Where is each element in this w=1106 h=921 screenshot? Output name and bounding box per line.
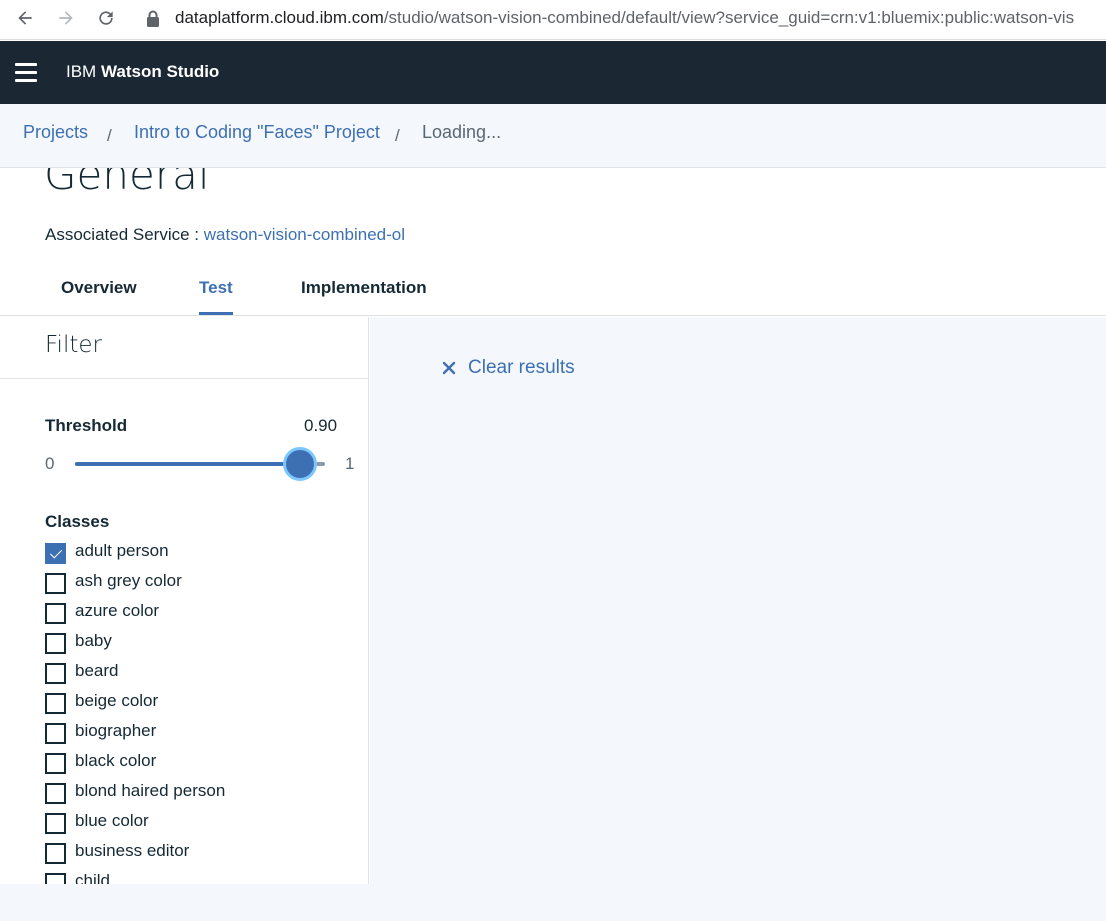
class-checkbox[interactable] [45, 723, 66, 744]
class-label: baby [75, 631, 112, 650]
page-footer-strip [0, 884, 1106, 921]
hamburger-menu-icon[interactable] [15, 63, 37, 82]
reload-icon [99, 11, 113, 25]
list-item[interactable]: beard [45, 661, 345, 691]
tab-test[interactable]: Test [199, 278, 233, 315]
class-label: adult person [75, 541, 169, 560]
class-checkbox[interactable] [45, 633, 66, 654]
breadcrumb: Projects / Intro to Coding "Faces" Proje… [0, 104, 1106, 168]
list-item[interactable]: business editor [45, 841, 345, 871]
brand-name: Watson Studio [100, 62, 220, 81]
breadcrumb-separator: / [395, 126, 400, 145]
threshold-slider[interactable] [75, 447, 325, 481]
breadcrumb-projects[interactable]: Projects [23, 122, 88, 143]
list-item[interactable]: azure color [45, 601, 345, 631]
class-checkbox[interactable] [45, 693, 66, 714]
threshold-max-label: 1 [345, 454, 355, 473]
address-bar[interactable]: dataplatform.cloud.ibm.com/studio/watson… [175, 8, 1105, 28]
list-item[interactable]: adult person [45, 541, 345, 571]
threshold-slider-fill [75, 462, 300, 466]
list-item[interactable]: blue color [45, 811, 345, 841]
associated-service-label: Associated Service : [45, 225, 200, 244]
breadcrumb-separator: / [107, 126, 112, 145]
filter-divider [0, 378, 369, 379]
class-checkbox[interactable] [45, 843, 66, 864]
list-item[interactable]: beige color [45, 691, 345, 721]
class-label: blue color [75, 811, 149, 830]
filter-panel: Filter Threshold 0.90 0 1 Classes adult … [0, 317, 369, 921]
tab-bar: Overview Test Implementation [0, 268, 1106, 316]
class-label: blond haired person [75, 781, 226, 800]
class-checkbox[interactable] [45, 753, 66, 774]
url-host: dataplatform.cloud.ibm.com [175, 8, 384, 27]
classes-label: Classes [45, 512, 110, 531]
app-header: IBM Watson Studio [0, 41, 1106, 104]
filter-title: Filter [45, 332, 102, 358]
list-item[interactable]: ash grey color [45, 571, 345, 601]
class-checkbox[interactable] [45, 783, 66, 804]
associated-service: Associated Service : watson-vision-combi… [45, 225, 405, 245]
list-item[interactable]: baby [45, 631, 345, 661]
class-label: business editor [75, 841, 190, 860]
lock-icon [147, 10, 159, 27]
threshold-label: Threshold [45, 416, 128, 435]
breadcrumb-project[interactable]: Intro to Coding "Faces" Project [134, 122, 380, 143]
close-icon [442, 361, 456, 375]
clear-results-button[interactable]: Clear results [442, 357, 575, 379]
forward-button[interactable] [55, 7, 77, 29]
results-area: Clear results [370, 317, 1106, 884]
class-checkbox[interactable] [45, 543, 66, 564]
class-checkbox[interactable] [45, 573, 66, 594]
arrow-left-icon [18, 11, 32, 25]
associated-service-link[interactable]: watson-vision-combined-ol [204, 225, 405, 244]
tab-overview[interactable]: Overview [61, 278, 137, 312]
list-item[interactable]: biographer [45, 721, 345, 751]
class-label: ash grey color [75, 571, 182, 590]
classes-list: adult person ash grey color azure color bab… [45, 541, 345, 921]
arrow-right-icon [59, 11, 73, 25]
back-button[interactable] [14, 7, 36, 29]
app-root: dataplatform.cloud.ibm.com/studio/watson… [0, 0, 1106, 921]
class-label: azure color [75, 601, 160, 620]
list-item[interactable]: black color [45, 751, 345, 781]
tab-implementation[interactable]: Implementation [301, 278, 427, 312]
class-checkbox[interactable] [45, 603, 66, 624]
class-checkbox[interactable] [45, 663, 66, 684]
class-label: biographer [75, 721, 157, 740]
reload-button[interactable] [95, 7, 117, 29]
class-checkbox[interactable] [45, 813, 66, 834]
threshold-slider-handle[interactable] [283, 447, 317, 481]
brand-title[interactable]: IBM Watson Studio [66, 62, 219, 82]
threshold-min-label: 0 [45, 454, 55, 473]
brand-prefix: IBM [66, 62, 97, 81]
list-item[interactable]: blond haired person [45, 781, 345, 811]
url-path: /studio/watson-vision-combined/default/v… [383, 8, 1075, 27]
class-label: black color [75, 751, 157, 770]
browser-toolbar: dataplatform.cloud.ibm.com/studio/watson… [0, 0, 1106, 40]
class-label: beard [75, 661, 119, 680]
threshold-value: 0.90 [304, 416, 338, 435]
class-label: beige color [75, 691, 159, 710]
breadcrumb-current: Loading... [422, 122, 502, 142]
clear-results-label: Clear results [468, 357, 575, 378]
